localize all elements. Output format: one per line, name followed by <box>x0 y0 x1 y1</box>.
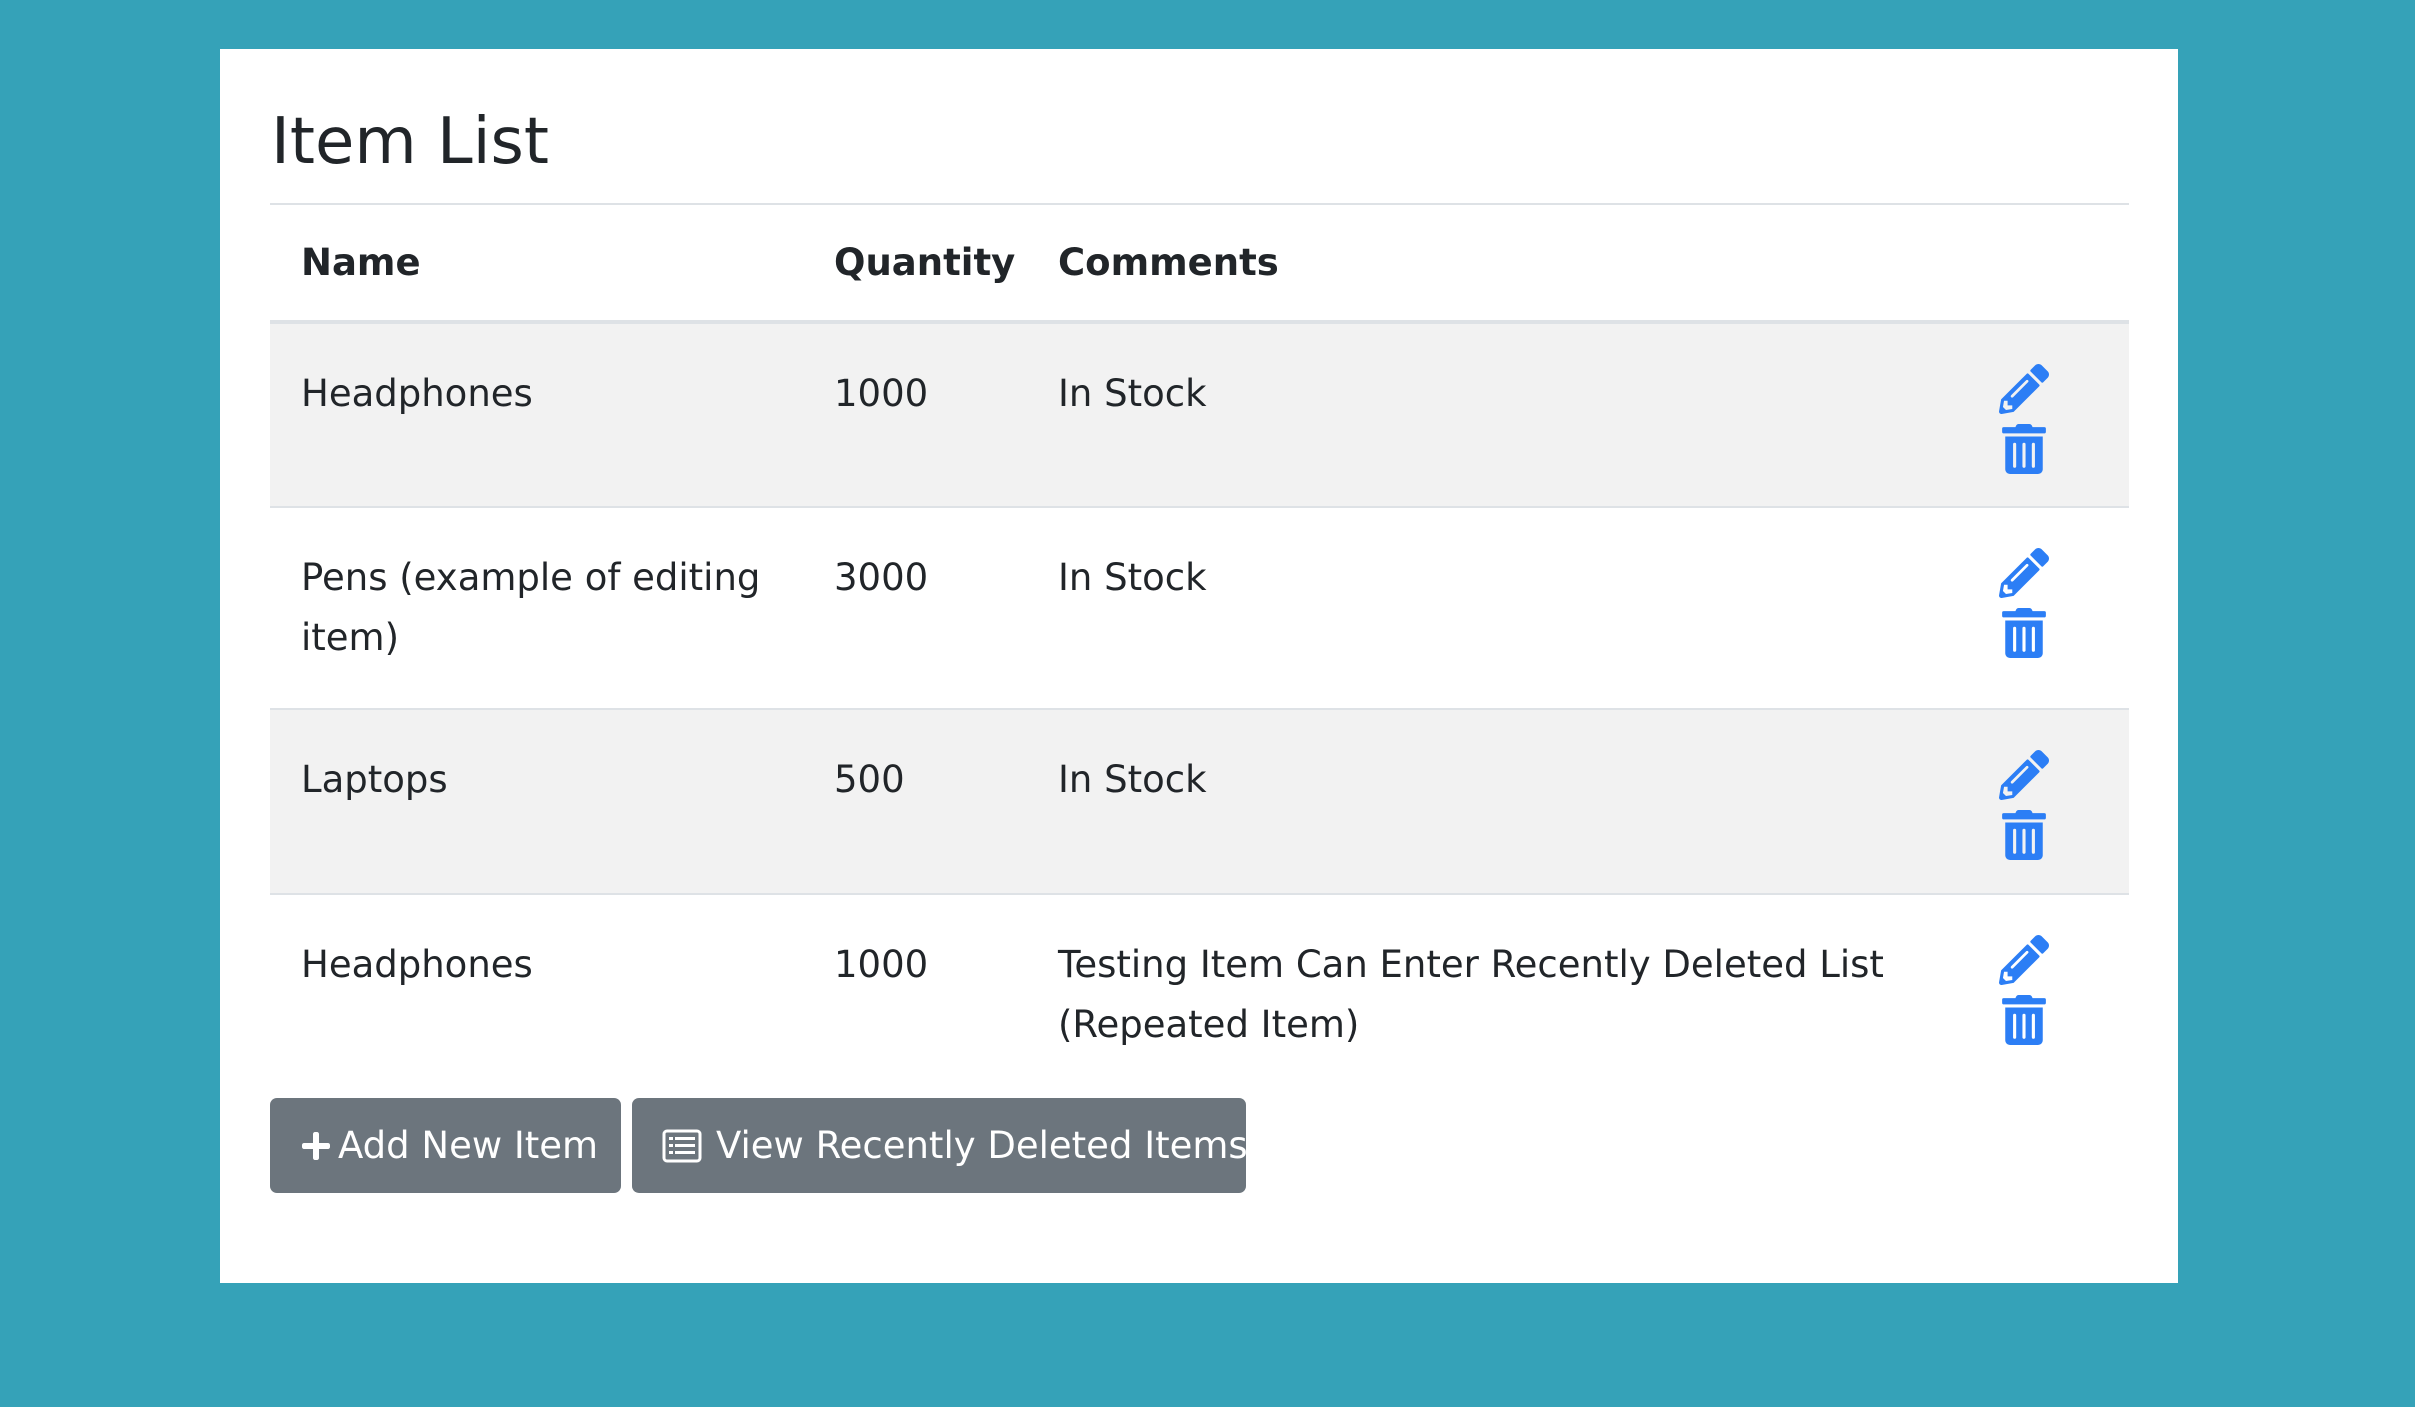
table-row: Pens (example of editing item) 3000 In S… <box>270 506 2129 709</box>
add-new-item-label: Add New Item <box>338 1124 599 1167</box>
column-header-comments: Comments <box>1027 205 1959 324</box>
column-header-quantity: Quantity <box>803 205 1027 324</box>
cell-actions <box>1959 708 2129 894</box>
table-row: Headphones 1000 In Stock <box>270 322 2129 507</box>
table-row: Laptops 500 In Stock <box>270 708 2129 894</box>
cell-comments: In Stock <box>1027 322 1959 507</box>
pencil-icon[interactable] <box>1999 548 2049 598</box>
cell-name: Pens (example of editing item) <box>270 506 803 709</box>
pencil-icon[interactable] <box>1999 750 2049 800</box>
cell-quantity: 1000 <box>803 893 1027 1095</box>
list-alt-icon <box>662 1129 702 1163</box>
add-new-item-button[interactable]: Add New Item <box>270 1098 621 1193</box>
item-list-card: Item List Name Quantity Comments Headpho… <box>220 49 2178 1283</box>
items-table: Name Quantity Comments Headphones 1000 I… <box>270 205 2129 1095</box>
cell-quantity: 3000 <box>803 506 1027 709</box>
pencil-icon[interactable] <box>1999 364 2049 414</box>
trash-icon[interactable] <box>1999 424 2049 474</box>
column-header-name: Name <box>270 205 803 324</box>
cell-actions <box>1959 506 2129 709</box>
cell-name: Headphones <box>270 322 803 507</box>
cell-name: Headphones <box>270 893 803 1095</box>
view-recently-deleted-label: View Recently Deleted Items <box>716 1124 1248 1167</box>
page-title: Item List <box>271 105 549 179</box>
trash-icon[interactable] <box>1999 608 2049 658</box>
cell-quantity: 500 <box>803 708 1027 894</box>
plus-icon <box>300 1130 332 1162</box>
cell-quantity: 1000 <box>803 322 1027 507</box>
cell-comments: Testing Item Can Enter Recently Deleted … <box>1027 893 1959 1095</box>
cell-comments: In Stock <box>1027 506 1959 709</box>
table-row: Headphones 1000 Testing Item Can Enter R… <box>270 893 2129 1095</box>
trash-icon[interactable] <box>1999 995 2049 1045</box>
trash-icon[interactable] <box>1999 810 2049 860</box>
view-recently-deleted-button[interactable]: View Recently Deleted Items <box>632 1098 1248 1193</box>
cell-actions <box>1959 322 2129 507</box>
cell-actions <box>1959 893 2129 1095</box>
cell-name: Laptops <box>270 708 803 894</box>
cell-comments: In Stock <box>1027 708 1959 894</box>
column-header-actions <box>1959 205 2129 324</box>
pencil-icon[interactable] <box>1999 935 2049 985</box>
table-header-row: Name Quantity Comments <box>270 205 2129 324</box>
